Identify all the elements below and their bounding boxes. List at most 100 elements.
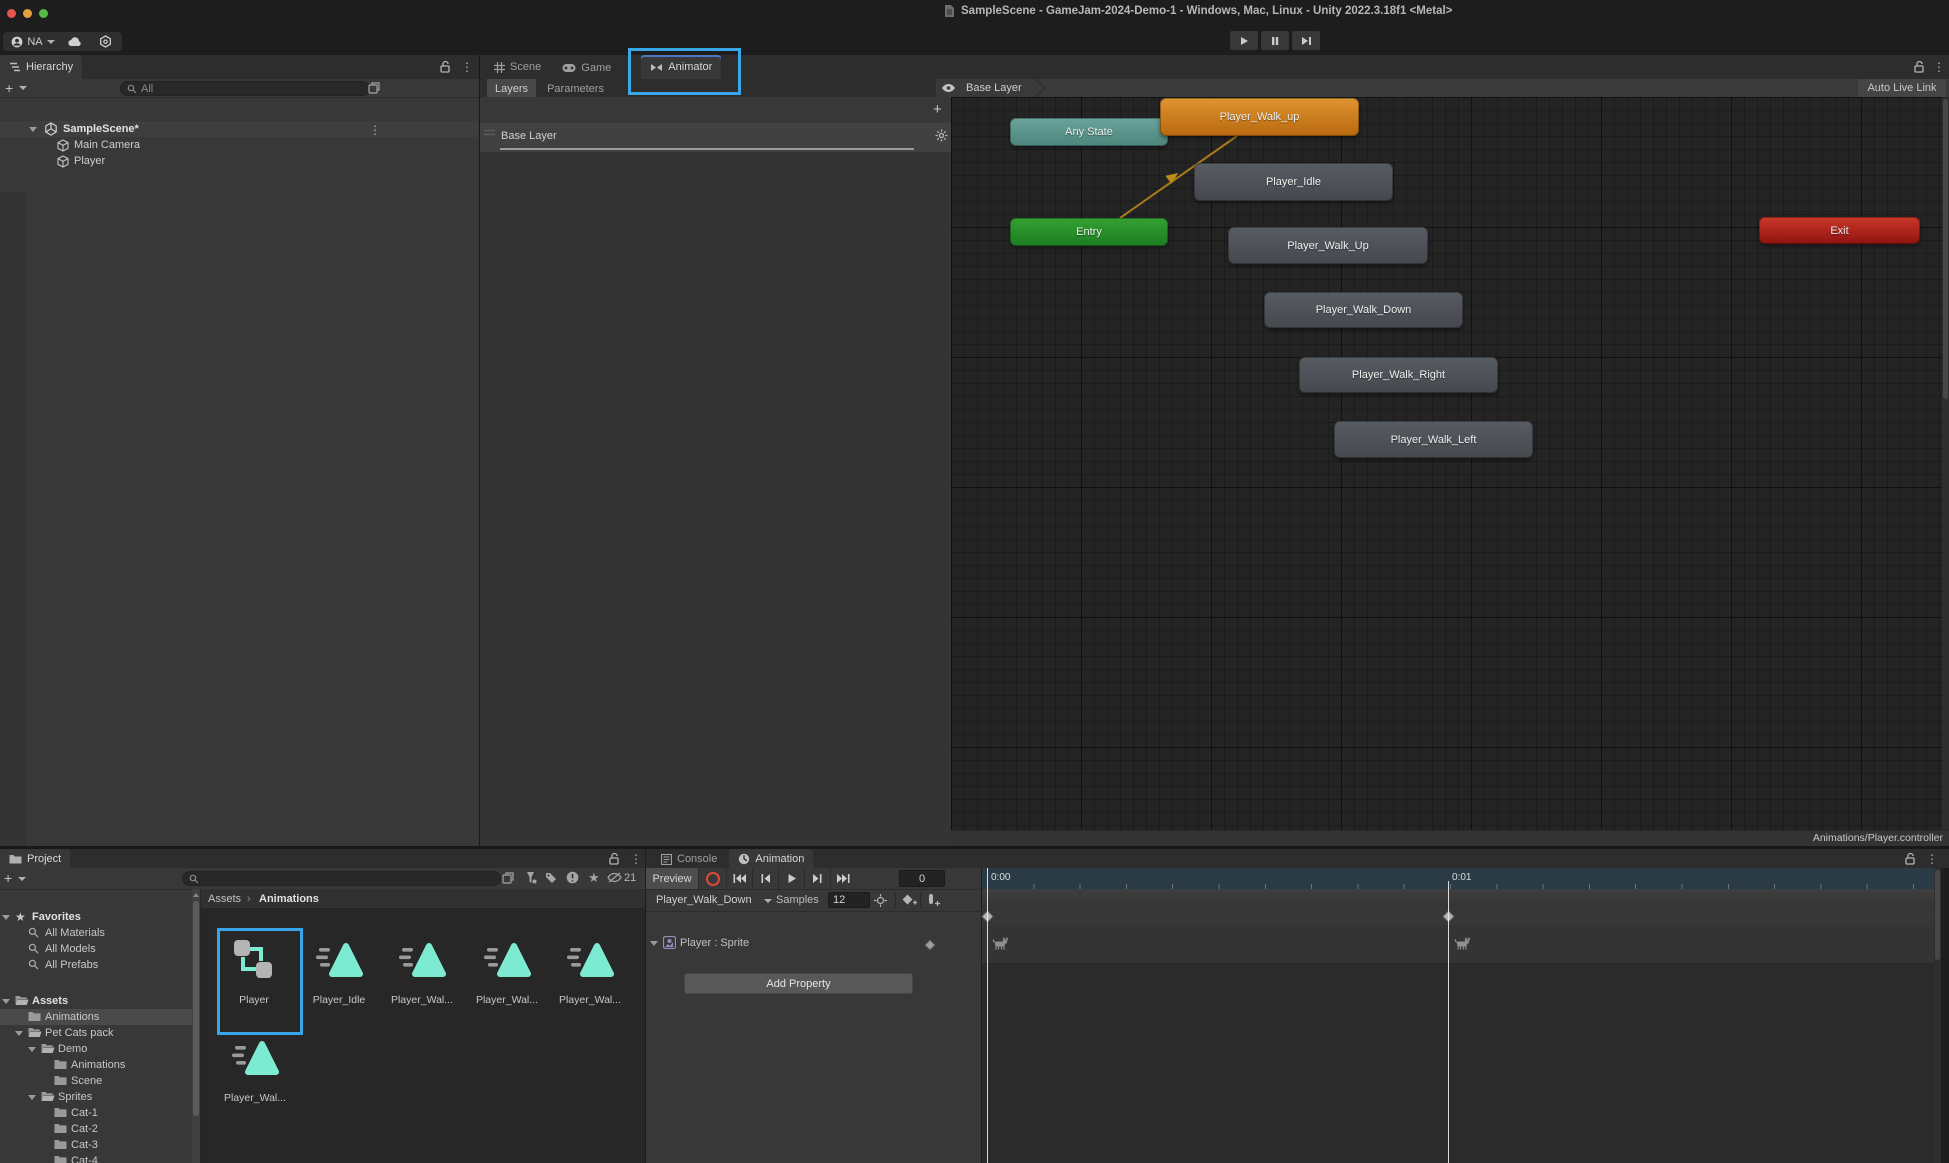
timeline-vertical-scrollbar[interactable] (1934, 868, 1941, 1163)
foldout-expanded-icon[interactable] (29, 127, 37, 132)
services-hub-button[interactable] (88, 32, 122, 51)
asset-item-player-wal-[interactable]: Player_Wal... (213, 1037, 297, 1104)
hierarchy-row-player[interactable]: Player (0, 153, 478, 169)
foldout-expanded-icon[interactable] (15, 1031, 23, 1036)
tree-item-cat-4[interactable]: Cat-4 (0, 1153, 192, 1163)
sprite-track-row[interactable] (982, 926, 1941, 964)
tree-item-assets[interactable]: Assets (0, 993, 192, 1009)
asset-item-player-wal-[interactable]: Player_Wal... (380, 939, 464, 1006)
state-node-entry[interactable]: Entry (1010, 218, 1168, 246)
transition-arrow[interactable] (951, 97, 1949, 846)
tree-scrollbar-thumb[interactable] (193, 901, 199, 1116)
project-lock-icon[interactable] (608, 852, 620, 865)
scene-menu-icon[interactable]: ⋮ (369, 124, 381, 136)
scroll-up-icon[interactable] (192, 891, 200, 899)
search-window-icon[interactable] (502, 872, 514, 884)
import-log-icon[interactable] (566, 871, 579, 884)
tab-game[interactable]: Game (553, 56, 620, 80)
tree-item-animations[interactable]: Animations (0, 1009, 192, 1025)
foldout-expanded-icon[interactable] (28, 1047, 36, 1052)
hidden-count-eye-icon[interactable] (607, 872, 623, 883)
play-animation-button[interactable] (778, 868, 804, 889)
clip-dropdown[interactable]: Player_Walk_Down (656, 894, 752, 906)
animation-lock-icon[interactable] (1904, 852, 1916, 865)
pause-button[interactable] (1261, 31, 1289, 50)
asset-type-filter-icon[interactable] (524, 871, 537, 885)
tree-item-demo[interactable]: Demo (0, 1041, 192, 1057)
property-row-player-sprite[interactable]: Player : Sprite (646, 933, 981, 953)
record-button[interactable] (698, 868, 726, 889)
animator-menu-icon[interactable]: ⋮ (1933, 61, 1945, 73)
animation-timeline[interactable]: 0:00 0:01 (982, 868, 1941, 1163)
dopesheet-summary-row[interactable] (982, 907, 1941, 927)
tree-item-animations[interactable]: Animations (0, 1057, 192, 1073)
tab-console[interactable]: Console (652, 850, 726, 869)
hierarchy-menu-icon[interactable]: ⋮ (461, 61, 473, 73)
samples-field[interactable]: 12 (828, 892, 870, 908)
keyframe-target-icon[interactable] (874, 894, 887, 907)
label-filter-icon[interactable] (545, 872, 557, 884)
tree-item-cat-1[interactable]: Cat-1 (0, 1105, 192, 1121)
graph-vertical-scrollbar[interactable] (1942, 97, 1949, 830)
tree-item-pet-cats-pack[interactable]: Pet Cats pack (0, 1025, 192, 1041)
search-window-icon[interactable] (368, 82, 380, 94)
create-asset-button[interactable]: + (4, 870, 12, 886)
animator-graph-canvas[interactable]: Any StatePlayer_Walk_upPlayer_IdleEntryP… (951, 97, 1949, 846)
tree-item-all-materials[interactable]: All Materials (0, 925, 192, 941)
minimize-window-button[interactable] (23, 9, 32, 18)
add-keyframe-icon[interactable] (902, 894, 917, 906)
foldout-expanded-icon[interactable] (2, 999, 10, 1004)
tree-item-cat-2[interactable]: Cat-2 (0, 1121, 192, 1137)
asset-item-player-idle[interactable]: Player_Idle (297, 939, 381, 1006)
first-key-button[interactable] (726, 868, 752, 889)
state-node-player-walk-up[interactable]: Player_Walk_Up (1228, 227, 1428, 264)
prev-key-button[interactable] (752, 868, 778, 889)
hierarchy-search-input[interactable]: All (120, 81, 370, 96)
project-search-input[interactable] (182, 871, 501, 886)
close-window-button[interactable] (7, 9, 16, 18)
time-ruler[interactable]: 0:00 0:01 (982, 868, 1941, 890)
vertical-splitter[interactable] (479, 55, 480, 846)
tree-item-all-prefabs[interactable]: All Prefabs (0, 957, 192, 973)
animator-lock-icon[interactable] (1913, 60, 1925, 73)
state-node-any-state[interactable]: Any State (1010, 118, 1168, 146)
tree-item-cat-3[interactable]: Cat-3 (0, 1137, 192, 1153)
create-asset-caret-icon[interactable] (18, 877, 26, 881)
tree-item-favorites[interactable]: ★Favorites (0, 909, 192, 925)
zoom-window-button[interactable] (39, 9, 48, 18)
playhead-line[interactable] (987, 868, 988, 1163)
property-foldout-icon[interactable] (650, 941, 658, 946)
foldout-expanded-icon[interactable] (2, 915, 10, 920)
state-node-exit[interactable]: Exit (1759, 217, 1920, 244)
add-event-icon[interactable] (926, 893, 940, 907)
project-menu-icon[interactable]: ⋮ (630, 853, 642, 865)
last-key-button[interactable] (830, 868, 856, 889)
property-key-diamond-icon[interactable] (926, 941, 934, 949)
layer-weight-slider[interactable] (500, 148, 914, 150)
tab-animation[interactable]: Animation (729, 849, 813, 868)
tab-scene[interactable]: Scene (485, 55, 550, 79)
layer-row-base-layer[interactable]: Base Layer (480, 123, 951, 152)
auto-live-link-button[interactable]: Auto Live Link (1858, 79, 1946, 97)
eye-icon[interactable] (941, 83, 956, 93)
add-property-button[interactable]: Add Property (684, 973, 913, 994)
hierarchy-lock-icon[interactable] (439, 60, 451, 73)
tree-scrollbar[interactable] (192, 889, 200, 1163)
favorites-star-icon[interactable]: ★ (588, 870, 600, 886)
hierarchy-row-samplescene-[interactable]: SampleScene*⋮ (0, 121, 478, 137)
layer-settings-gear-icon[interactable] (935, 129, 948, 142)
breadcrumb-base-layer[interactable]: Base Layer (966, 82, 1022, 94)
current-frame-field[interactable]: 0 (899, 870, 945, 887)
tree-item-all-models[interactable]: All Models (0, 941, 192, 957)
tab-hierarchy[interactable]: Hierarchy (0, 55, 82, 79)
play-button[interactable] (1230, 31, 1258, 50)
breadcrumb-current-folder[interactable]: Animations (259, 893, 319, 905)
state-node-player-walk-up[interactable]: Player_Walk_up (1160, 98, 1359, 136)
add-layer-button[interactable]: + (933, 101, 942, 118)
create-object-caret-icon[interactable] (19, 86, 27, 90)
state-node-player-walk-left[interactable]: Player_Walk_Left (1334, 421, 1533, 458)
preview-toggle-button[interactable]: Preview (646, 868, 698, 889)
breadcrumb-assets[interactable]: Assets (208, 893, 241, 905)
asset-item-player-wal-[interactable]: Player_Wal... (465, 939, 549, 1006)
hierarchy-row-main-camera[interactable]: Main Camera (0, 137, 478, 153)
